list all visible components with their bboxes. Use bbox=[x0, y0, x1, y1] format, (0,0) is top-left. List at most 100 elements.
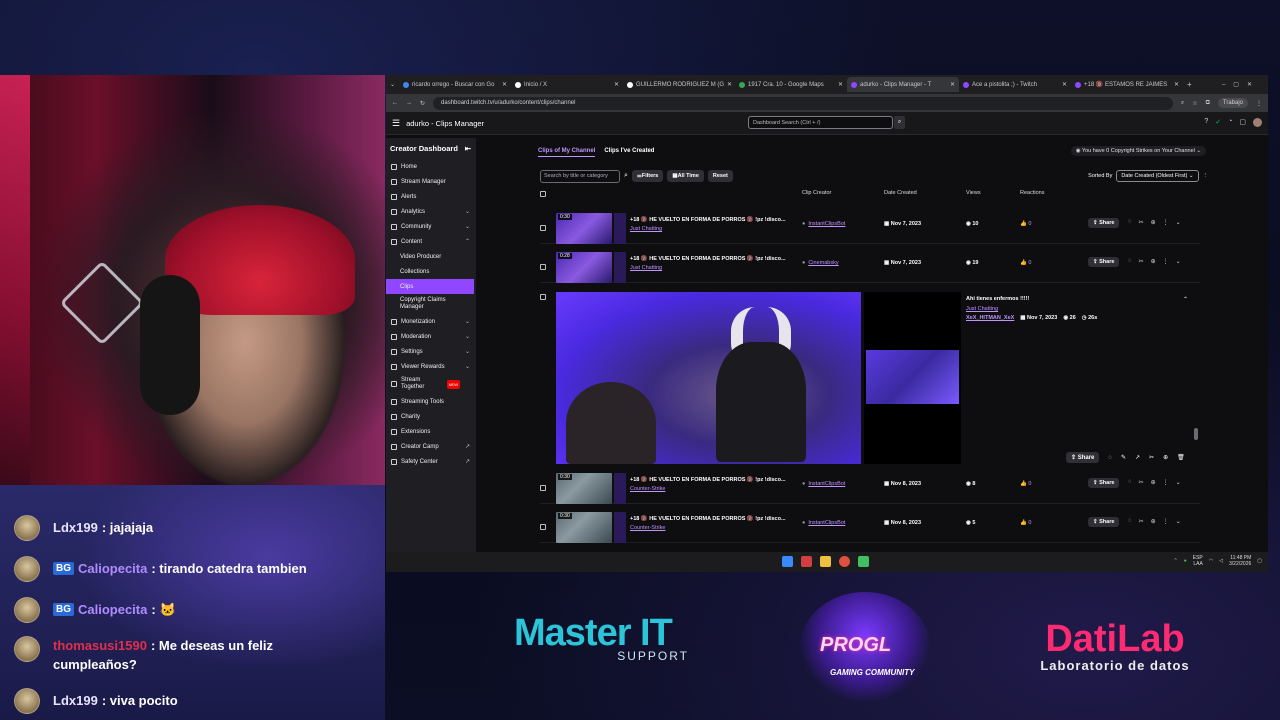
clip-search-input[interactable]: Search by title or category bbox=[540, 169, 620, 183]
back-icon[interactable]: ← bbox=[392, 100, 398, 106]
sidebar-item-clips[interactable]: Clips bbox=[386, 279, 474, 294]
help-icon[interactable]: ? bbox=[1204, 118, 1208, 127]
clip-category-link[interactable]: Counter-Strike bbox=[630, 486, 665, 492]
tab-clips-ive-created[interactable]: Clips I've Created bbox=[604, 148, 654, 157]
pencil-icon[interactable]: ✎ bbox=[1121, 454, 1126, 461]
share-button[interactable]: ⇪ Share bbox=[1088, 478, 1120, 488]
row-checkbox[interactable] bbox=[540, 524, 546, 530]
share-button[interactable]: ⇪ Share bbox=[1088, 257, 1120, 267]
green-app-icon[interactable] bbox=[858, 556, 869, 567]
select-all-checkbox[interactable] bbox=[540, 191, 546, 197]
copyright-strikes-dropdown[interactable]: ◉ You have 0 Copyright Strikes on Your C… bbox=[1070, 146, 1206, 156]
share-button[interactable]: ⇪ Share bbox=[1088, 517, 1120, 527]
sidebar-item-viewer-rewards[interactable]: Viewer Rewards ⌄ bbox=[386, 359, 476, 374]
add-icon[interactable]: ⊕ bbox=[1151, 479, 1156, 486]
clip-thumbnail[interactable]: 0:30 bbox=[556, 213, 612, 244]
share-button[interactable]: ⇪ Share bbox=[1066, 452, 1100, 463]
chevron-up-icon[interactable]: ⌃ bbox=[1174, 558, 1178, 564]
chevron-down-icon[interactable]: ⌄ bbox=[1176, 219, 1181, 226]
all-time-button[interactable]: ▦ All Time bbox=[667, 170, 704, 182]
whisper-icon[interactable]: ▢ bbox=[1239, 118, 1246, 127]
sidebar-item-creator-camp[interactable]: Creator Camp ↗ bbox=[386, 439, 476, 454]
sidebar-item-community[interactable]: Community ⌄ bbox=[386, 219, 476, 234]
feature-icon[interactable]: ◌ bbox=[1128, 479, 1132, 486]
tray-app-icon[interactable]: ● bbox=[1184, 558, 1187, 564]
sidebar-item-monetization[interactable]: Monetization ⌄ bbox=[386, 314, 476, 329]
edit-icon[interactable]: ✂ bbox=[1139, 219, 1144, 226]
browser-tab[interactable]: +18 🔞 ESTAMOS RE JAIMES ✕ bbox=[1071, 77, 1183, 92]
chevron-down-icon[interactable]: ⌄ bbox=[1176, 258, 1181, 265]
sidebar-item-stream-manager[interactable]: Stream Manager bbox=[386, 174, 476, 189]
close-icon[interactable]: ✕ bbox=[727, 81, 732, 88]
add-icon[interactable]: ⊕ bbox=[1151, 518, 1156, 525]
close-icon[interactable]: ✕ bbox=[502, 81, 507, 88]
file-explorer-icon[interactable] bbox=[820, 556, 831, 567]
add-icon[interactable]: ⊕ bbox=[1151, 219, 1156, 226]
table-row[interactable]: 0:30 +18 🔞 HE VUELTO EN FORMA DE PORROS … bbox=[540, 470, 1200, 504]
search-icon[interactable]: ⌕ bbox=[624, 172, 628, 180]
clip-category-link[interactable]: Just Chatting bbox=[966, 306, 1097, 312]
sidebar-item-home[interactable]: Home bbox=[386, 159, 476, 174]
sidebar-item-alerts[interactable]: Alerts bbox=[386, 189, 476, 204]
close-icon[interactable]: ✕ bbox=[838, 81, 843, 88]
sidebar-item-safety-center[interactable]: Safety Center ↗ bbox=[386, 454, 476, 469]
browser-tab[interactable]: ricardo orrego - Buscar con Go ✕ bbox=[399, 77, 511, 92]
browser-tab[interactable]: Inicio / X ✕ bbox=[511, 77, 623, 92]
sidebar-item-content[interactable]: Content ⌃ bbox=[386, 234, 476, 249]
clip-thumbnail[interactable]: 0:30 bbox=[556, 512, 612, 543]
row-checkbox[interactable] bbox=[540, 264, 546, 270]
browser-tab[interactable]: Ace a pistolita ;) - Twitch ✕ bbox=[959, 77, 1071, 92]
tab-list-icon[interactable]: ⌄ bbox=[390, 81, 395, 88]
trash-icon[interactable]: 🗑 bbox=[1177, 454, 1185, 461]
close-icon[interactable]: ✕ bbox=[950, 81, 955, 88]
clip-creator-link[interactable]: InstantClipsBot bbox=[802, 481, 845, 487]
feature-icon[interactable]: ◌ bbox=[1128, 518, 1132, 525]
add-icon[interactable]: ⊕ bbox=[1151, 258, 1156, 265]
url-field[interactable]: dashboard.twitch.tv/u/adurko/content/cli… bbox=[433, 96, 1173, 110]
sort-select[interactable]: Date Created (Oldest First) ⌄ bbox=[1116, 170, 1199, 182]
add-icon[interactable]: ⊕ bbox=[1163, 454, 1168, 461]
tab-clips-of-my-channel[interactable]: Clips of My Channel bbox=[538, 148, 596, 157]
clip-creator-link[interactable]: InstantClipsBot bbox=[802, 221, 845, 227]
new-tab-icon[interactable]: + bbox=[1187, 80, 1192, 89]
browser-tab-active[interactable]: adurko - Clips Manager - T ✕ bbox=[847, 77, 960, 92]
table-row[interactable]: 0:28 +18 🔞 HE VUELTO EN FORMA DE PORROS … bbox=[540, 249, 1200, 283]
extensions-icon[interactable]: ⧉ bbox=[1206, 100, 1210, 107]
sidebar-item-video-producer[interactable]: Video Producer bbox=[386, 249, 476, 264]
reset-button[interactable]: Reset bbox=[707, 170, 733, 182]
feature-icon[interactable]: ◌ bbox=[1128, 219, 1132, 226]
clock[interactable]: 11:48 PM 3/22/2026 bbox=[1229, 555, 1251, 567]
sidebar-item-moderation[interactable]: Moderation ⌄ bbox=[386, 329, 476, 344]
forward-icon[interactable]: → bbox=[406, 100, 412, 106]
wifi-icon[interactable]: ◠ bbox=[1209, 558, 1213, 564]
table-row[interactable]: 0:30 +18 🔞 HE VUELTO EN FORMA DE PORROS … bbox=[540, 210, 1200, 244]
close-icon[interactable]: ✕ bbox=[614, 81, 619, 88]
table-row[interactable]: 0:30 +18 🔞 HE VUELTO EN FORMA DE PORROS … bbox=[540, 509, 1200, 543]
close-icon[interactable]: ✕ bbox=[1174, 81, 1179, 88]
feature-icon[interactable]: ◌ bbox=[1128, 258, 1132, 265]
kebab-menu-icon[interactable]: ⋮ bbox=[1163, 219, 1169, 226]
sidebar-item-collections[interactable]: Collections bbox=[386, 264, 476, 279]
scissors-icon[interactable]: ✂ bbox=[1149, 454, 1154, 461]
browser-tab[interactable]: GUILLERMO RODRIGUEZ M (G ✕ bbox=[623, 77, 735, 92]
sidebar-item-analytics[interactable]: Analytics ⌄ bbox=[386, 204, 476, 219]
sidebar-item-stream-together[interactable]: Stream Together NEW bbox=[386, 374, 476, 394]
clip-video-player[interactable] bbox=[556, 292, 861, 464]
collapse-icon[interactable]: ⇤ bbox=[465, 144, 471, 153]
sidebar-item-extensions[interactable]: Extensions bbox=[386, 424, 476, 439]
notification-icon[interactable]: ▢ bbox=[1257, 558, 1262, 564]
star-icon[interactable]: ☆ bbox=[1192, 100, 1197, 107]
kebab-menu-icon[interactable]: ⋮ bbox=[1163, 258, 1169, 265]
clip-category-link[interactable]: Counter-Strike bbox=[630, 525, 665, 531]
row-checkbox[interactable] bbox=[540, 225, 546, 231]
browser-tab[interactable]: 1917 Cra. 10 - Google Maps ✕ bbox=[735, 77, 847, 92]
clip-creator-link[interactable]: Cinemabsky bbox=[802, 260, 838, 266]
clip-category-link[interactable]: Just Chatting bbox=[630, 226, 662, 232]
chevron-up-icon[interactable]: ⌃ bbox=[1183, 296, 1188, 303]
clip-vertical-preview[interactable] bbox=[864, 292, 961, 464]
language-indicator[interactable]: ESP LAA bbox=[1193, 555, 1203, 567]
clip-thumbnail[interactable]: 0:30 bbox=[556, 473, 612, 504]
reload-icon[interactable]: ↻ bbox=[420, 100, 425, 107]
row-checkbox[interactable] bbox=[540, 485, 546, 491]
kebab-menu-icon[interactable]: ⋮ bbox=[1203, 173, 1209, 179]
